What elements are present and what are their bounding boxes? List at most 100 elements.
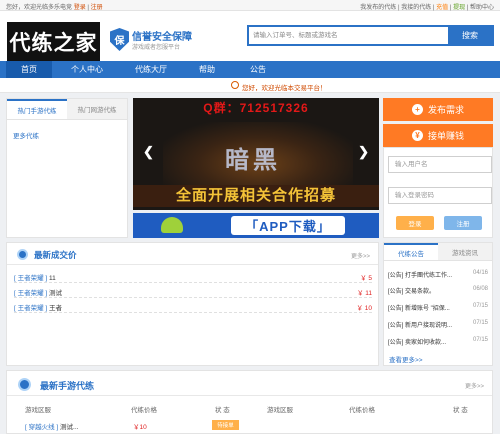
nav-order-hall[interactable]: 代练大厅 <box>128 61 174 78</box>
order-game-tag: [ 穿越火线 ] <box>25 424 59 431</box>
shield-icon: 保 <box>110 28 129 51</box>
latest-deals-title: 最新成交价 <box>34 250 77 260</box>
news-title: [公告] 新增账号 "招保... <box>388 306 450 312</box>
news-panel: 代练公告 游戏资讯 [公告] 打手團代练工作... 04/16 [公告] 交易条款… <box>383 242 493 366</box>
login-button[interactable]: 登录 <box>396 216 434 230</box>
deal-price: ￥ 10 <box>356 305 372 312</box>
latest-deals-more[interactable]: 更多>> <box>351 251 370 260</box>
password-input[interactable] <box>388 187 492 204</box>
deal-row[interactable]: [ 王者荣耀 ] 测试 ￥ 11 <box>14 284 372 298</box>
search-box: 搜索 <box>247 25 494 46</box>
publish-request-button[interactable]: + 发布需求 <box>383 98 493 121</box>
search-input[interactable] <box>249 27 449 44</box>
status-badge[interactable]: 待接单 <box>212 420 239 430</box>
news-item[interactable]: [公告] 卖家如何收款... 07/15 <box>388 337 488 347</box>
banner-carousel[interactable]: Q群：712517326 暗黑 全面开展相关合作招募 ❮ ❯ <box>133 98 379 210</box>
take-orders-button[interactable]: ¥ 接单赚钱 <box>383 124 493 147</box>
nav-personal-center[interactable]: 个人中心 <box>64 61 110 78</box>
nav-home[interactable]: 首页 <box>6 61 52 78</box>
main-nav: 首页 个人中心 代练大厅 帮助 公告 <box>0 61 500 78</box>
register-button[interactable]: 注册 <box>444 216 482 230</box>
deals-icon <box>17 249 28 260</box>
tab-hot-mobile-games[interactable]: 热门手游代练 <box>7 99 67 119</box>
deal-game-tag: [ 王者荣耀 ] <box>14 275 48 282</box>
news-more-link[interactable]: 查看更多>> <box>389 354 423 364</box>
hot-games-tabs: 热门手游代练 热门网游代练 <box>7 99 127 120</box>
more-boosting-link[interactable]: 更多代练 <box>13 130 39 140</box>
app-download-label: 「APP下载」 <box>231 216 345 235</box>
latest-deals-header: 最新成交价 更多>> <box>7 243 378 265</box>
coin-icon: ¥ <box>411 130 423 141</box>
deal-name: [ 王者荣耀 ] 测试 <box>14 287 62 297</box>
news-item[interactable]: [公告] 新增账号 "招保... 07/15 <box>388 303 488 313</box>
top-bar: 您好，欢迎光临多乐电竞 登录 | 注册 我发布的代练 | 我接的代练 | 充值 … <box>0 0 500 11</box>
latest-mobile-title: 最新手游代练 <box>40 381 95 391</box>
chevron-left-icon[interactable]: ❮ <box>143 144 154 160</box>
banner-headline: 全面开展相关合作招募 <box>133 185 379 207</box>
news-date: 04/16 <box>472 270 488 276</box>
banner-qq-group: Q群：712517326 <box>203 101 309 115</box>
news-tabs: 代练公告 游戏资讯 <box>384 243 492 261</box>
table-row[interactable]: [ 穿越火线 ] 测试... ￥10 待接单 <box>7 418 492 432</box>
hot-games-panel: 热门手游代练 热门网游代练 更多代练 <box>6 98 128 238</box>
news-item[interactable]: [公告] 打手團代练工作... 04/16 <box>388 270 488 280</box>
top-greeting: 您好，欢迎光临多乐电竞 登录 | 注册 <box>6 2 103 11</box>
deal-game-tag: [ 王者荣耀 ] <box>14 305 48 312</box>
speaker-icon <box>231 81 239 89</box>
deal-row[interactable]: [ 王者荣耀 ] 王者 ￥ 10 <box>14 299 372 313</box>
nav-help[interactable]: 帮助 <box>187 61 227 78</box>
deal-title: 11 <box>49 275 56 282</box>
banner-game-logo: 暗黑 <box>225 147 281 174</box>
app-download-banner[interactable]: 「APP下载」 <box>133 213 379 238</box>
news-title: [公告] 打手團代练工作... <box>388 273 453 279</box>
tab-boosting-notices[interactable]: 代练公告 <box>384 243 438 260</box>
order-title: 测试... <box>60 424 79 431</box>
col-header-price: 代练价格 <box>349 407 375 414</box>
deal-title: 王者 <box>49 305 63 312</box>
tab-game-news[interactable]: 游戏资讯 <box>438 243 492 260</box>
col-header-server: 游戏区服 <box>25 407 51 414</box>
latest-deals-panel: 最新成交价 更多>> [ 王者荣耀 ] 11 ￥ 5 [ 王者荣耀 ] 测试 ￥… <box>6 242 379 366</box>
take-orders-label: 接单赚钱 <box>427 131 464 141</box>
safety-subtitle: 游戏威者您服平台 <box>132 45 181 51</box>
deal-game-tag: [ 王者荣耀 ] <box>14 290 48 297</box>
header: 代练之家 保 信誉安全保障 游戏威者您服平台 搜索 <box>0 11 500 61</box>
latest-mobile-boosting-panel: 最新手游代练 更多>> 游戏区服 代练价格 状 态 游戏区服 代练价格 状 态 … <box>6 370 493 434</box>
search-button[interactable]: 搜索 <box>448 27 492 44</box>
username-input[interactable] <box>388 156 492 173</box>
news-item[interactable]: [公告] 新用户接现说明... 07/15 <box>388 320 488 330</box>
news-title: [公告] 卖家如何收款... <box>388 340 447 346</box>
deal-price: ￥ 5 <box>360 275 372 282</box>
login-box: 登录 注册 <box>383 147 493 238</box>
top-links: 我发布的代练 | 我接的代练 | 充值 | 提现 | 帮助中心 <box>360 5 494 11</box>
notice-bar: 您好，欢迎光临本交易平台！ <box>0 78 500 93</box>
news-date: 07/15 <box>472 303 488 309</box>
news-date: 06/08 <box>472 286 488 292</box>
deal-row[interactable]: [ 王者荣耀 ] 11 ￥ 5 <box>14 269 372 283</box>
order-price: ￥10 <box>133 424 147 431</box>
col-header-status: 状 态 <box>453 407 468 414</box>
publish-request-label: 发布需求 <box>427 105 464 115</box>
chevron-right-icon[interactable]: ❯ <box>358 144 369 160</box>
site-logo[interactable]: 代练之家 <box>7 22 100 61</box>
latest-mobile-more[interactable]: 更多>> <box>465 381 484 390</box>
tab-hot-online-games[interactable]: 热门网游代练 <box>67 99 127 119</box>
col-header-server: 游戏区服 <box>267 407 293 414</box>
deal-name: [ 王者荣耀 ] 王者 <box>14 302 62 312</box>
deal-name: [ 王者荣耀 ] 11 <box>14 272 56 282</box>
news-title: [公告] 新用户接现说明... <box>388 323 453 329</box>
col-header-price: 代练价格 <box>131 407 157 414</box>
order-game: [ 穿越火线 ] 测试... <box>25 421 78 431</box>
deal-title: 测试 <box>49 290 63 297</box>
news-item[interactable]: [公告] 交易条款。 06/08 <box>388 286 488 296</box>
list-icon <box>18 378 31 391</box>
latest-mobile-header: 最新手游代练 更多>> <box>7 371 492 396</box>
plus-icon: + <box>411 104 423 115</box>
news-date: 07/15 <box>472 320 488 326</box>
news-title: [公告] 交易条款。 <box>388 289 436 295</box>
col-header-status: 状 态 <box>215 407 230 414</box>
news-date: 07/15 <box>472 337 488 343</box>
safety-title: 信誉安全保障 <box>132 32 192 43</box>
notice-text: 您好，欢迎光临本交易平台！ <box>242 85 327 92</box>
nav-announcements[interactable]: 公告 <box>238 61 278 78</box>
